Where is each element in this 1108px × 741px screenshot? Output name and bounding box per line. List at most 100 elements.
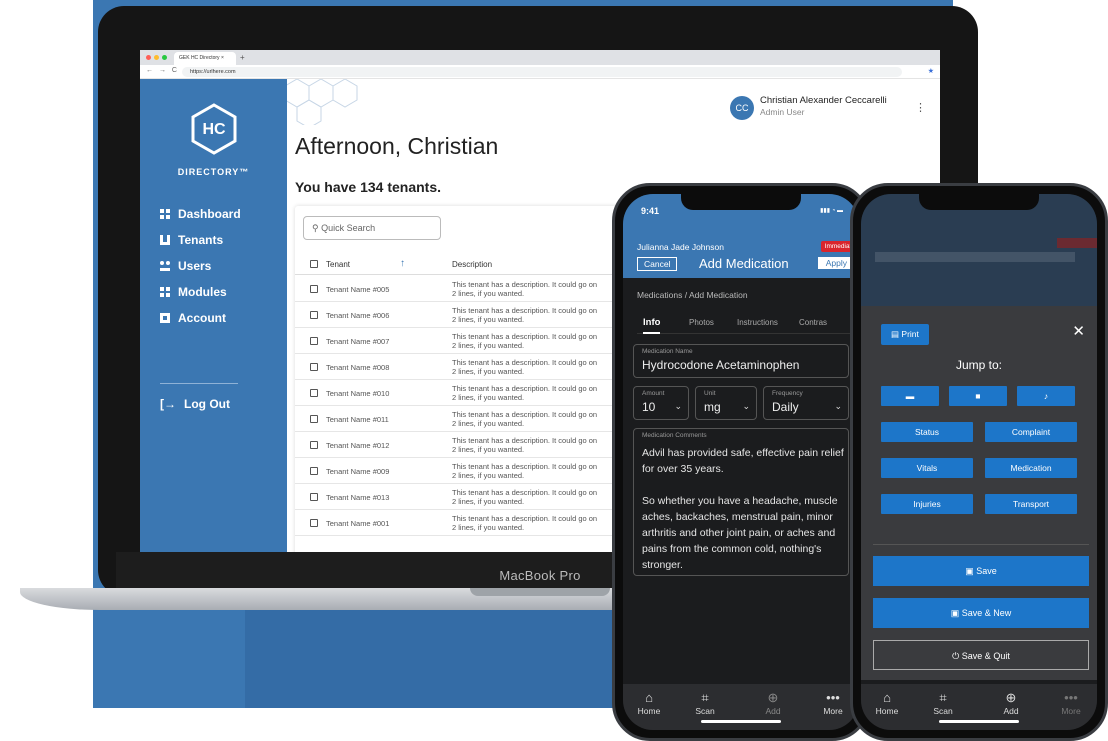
sidebar: HC DIRECTORY™ Dashboard Tenants Users Mo… [140, 79, 287, 552]
tab-add[interactable]: ⊕ Add [991, 690, 1031, 716]
amount-select[interactable]: Amount 10 ⌄ [633, 386, 689, 420]
sort-arrow-icon[interactable]: ↑ [400, 258, 405, 269]
tab-label: Scan [933, 706, 953, 716]
medication-button[interactable]: Medication [985, 458, 1077, 478]
close-icon[interactable]: ✕ [1072, 322, 1085, 340]
dimmed-background [861, 194, 1097, 306]
close-window-dot[interactable] [146, 55, 151, 60]
tab-label: More [1061, 706, 1081, 716]
sidebar-item-label: Modules [178, 285, 227, 299]
row-checkbox[interactable] [310, 467, 318, 475]
tab-info[interactable]: Info [643, 317, 661, 334]
row-checkbox[interactable] [310, 493, 318, 501]
maximize-window-dot[interactable] [162, 55, 167, 60]
tab-photos[interactable]: Photos [689, 318, 714, 327]
medication-name-field[interactable]: Medication Name Hydrocodone Acetaminophe… [633, 344, 849, 378]
comments-paragraph: Advil has provided safe, effective pain … [642, 447, 844, 475]
tab-label: Home [637, 706, 661, 716]
tab-add[interactable]: ⊕ Add [753, 690, 793, 716]
sidebar-item-account[interactable]: Account [160, 305, 241, 331]
sidebar-nav: Dashboard Tenants Users Modules Account [160, 201, 241, 331]
user-role: Admin User [760, 107, 805, 117]
sidebar-item-tenants[interactable]: Tenants [160, 227, 241, 253]
browser-tab[interactable]: GEK HC Directory × [174, 52, 236, 65]
complaint-button[interactable]: Complaint [985, 422, 1077, 442]
row-checkbox[interactable] [310, 285, 318, 293]
column-header-tenant[interactable]: Tenant [326, 260, 350, 269]
phone-notch [919, 194, 1039, 210]
logout-icon: [→ [160, 397, 176, 411]
transport-button[interactable]: Transport [985, 494, 1077, 514]
frequency-select[interactable]: Frequency Daily ⌄ [763, 386, 849, 420]
tenant-name-cell: Tenant Name #001 [326, 519, 390, 528]
save-new-button[interactable]: ▣ Save & New [873, 598, 1089, 628]
tenant-name-cell: Tenant Name #011 [326, 415, 389, 424]
search-input[interactable]: ⚲ Quick Search [303, 216, 441, 240]
injuries-button[interactable]: Injuries [881, 494, 973, 514]
phone-notch [681, 194, 801, 210]
tab-home[interactable]: ⌂ Home [867, 690, 907, 716]
row-checkbox[interactable] [310, 389, 318, 397]
video-icon[interactable]: ■ [949, 386, 1007, 406]
cancel-button[interactable]: Cancel [637, 257, 678, 271]
tenant-description-cell: This tenant has a description. It could … [452, 514, 598, 532]
avatar[interactable]: CC [730, 96, 754, 120]
tab-label: Home [875, 706, 899, 716]
tab-scan[interactable]: ⌗ Scan [685, 690, 725, 716]
audio-icon[interactable]: ♪ [1017, 386, 1075, 406]
tab-close-icon[interactable]: × [221, 55, 224, 61]
tab-more[interactable]: ••• More [1051, 690, 1091, 716]
scan-icon: ⌗ [701, 690, 709, 705]
tenant-description-cell: This tenant has a description. It could … [452, 384, 598, 402]
sidebar-item-label: Dashboard [178, 207, 241, 221]
row-checkbox[interactable] [310, 337, 318, 345]
unit-select[interactable]: Unit mg ⌄ [695, 386, 757, 420]
row-checkbox[interactable] [310, 441, 318, 449]
sidebar-item-users[interactable]: Users [160, 253, 241, 279]
select-all-checkbox[interactable] [310, 260, 318, 268]
tab-contras[interactable]: Contras [799, 318, 827, 327]
tab-home[interactable]: ⌂ Home [629, 690, 669, 716]
row-checkbox[interactable] [310, 311, 318, 319]
field-value: Daily [772, 400, 799, 414]
row-checkbox[interactable] [310, 363, 318, 371]
medication-comments-field[interactable]: Medication Comments Advil has provided s… [633, 428, 849, 576]
phone-screen: 9:41 ▮▮▮ ◔ ▬ Julianna Jade Johnson Immed… [623, 194, 859, 730]
medication-tabs: Info Photos Instructions Contras [637, 312, 859, 334]
tab-scan[interactable]: ⌗ Scan [923, 690, 963, 716]
save-button[interactable]: ▣ Save [873, 556, 1089, 586]
tenant-name-cell: Tenant Name #008 [326, 363, 390, 372]
sidebar-item-modules[interactable]: Modules [160, 279, 241, 305]
sidebar-item-label: Users [178, 259, 212, 273]
row-checkbox[interactable] [310, 415, 318, 423]
bookmark-star-icon[interactable]: ★ [928, 67, 934, 75]
add-icon: ⊕ [767, 690, 779, 705]
hexagon-pattern-decoration [287, 79, 358, 125]
print-button[interactable]: ▤ Print [881, 324, 929, 345]
tab-instructions[interactable]: Instructions [737, 318, 778, 327]
home-icon: ⌂ [883, 690, 891, 705]
status-button[interactable]: Status [881, 422, 973, 442]
bottom-tab-bar: ⌂ Home ⌗ Scan ⊕ Add ••• More [861, 684, 1097, 730]
vitals-button[interactable]: Vitals [881, 458, 973, 478]
photo-icon[interactable]: ▬ [881, 386, 939, 406]
new-tab-icon[interactable]: + [240, 53, 245, 62]
minimize-window-dot[interactable] [154, 55, 159, 60]
more-icon: ••• [1064, 690, 1078, 705]
browser-nav-icons[interactable]: ← → C [146, 67, 179, 74]
search-placeholder: Quick Search [321, 223, 376, 233]
more-icon: ••• [826, 690, 840, 705]
address-bar[interactable]: https://urlhere.com [182, 67, 902, 77]
tenant-description-cell: This tenant has a description. It could … [452, 436, 598, 454]
more-menu-icon[interactable]: ⋮ [915, 101, 926, 114]
tab-more[interactable]: ••• More [813, 690, 853, 716]
sidebar-item-dashboard[interactable]: Dashboard [160, 201, 241, 227]
tenant-description-cell: This tenant has a description. It could … [452, 280, 598, 298]
logout-link[interactable]: [→ Log Out [160, 397, 230, 411]
printer-icon: ▤ [891, 329, 900, 339]
jump-to-heading: Jump to: [955, 358, 1003, 372]
save-quit-button[interactable]: ⏻ Save & Quit [873, 640, 1089, 670]
print-label: Print [901, 329, 919, 339]
row-checkbox[interactable] [310, 519, 318, 527]
page-title: Afternoon, Christian [295, 133, 499, 159]
